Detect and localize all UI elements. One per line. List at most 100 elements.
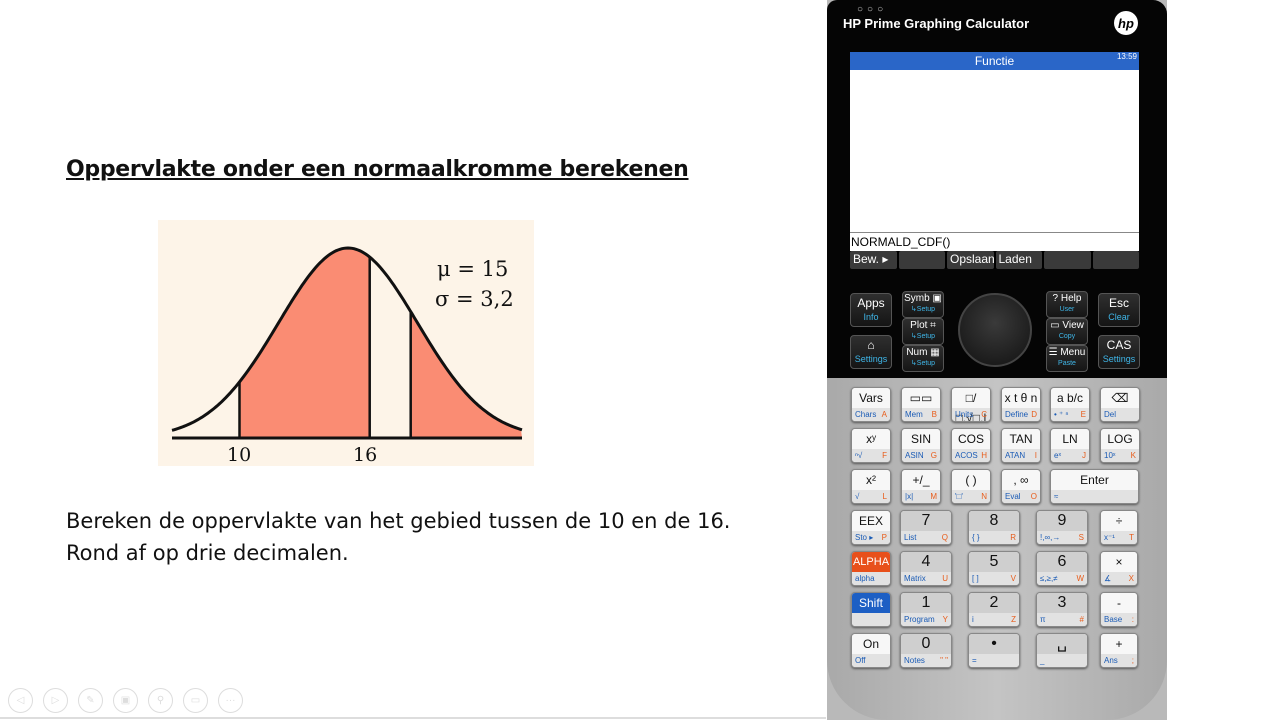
key-top-5[interactable]: ⌂ Settings [850,335,892,369]
key-shift-label: [ ] [972,574,979,583]
key-2[interactable]: 2iZ [968,592,1020,627]
key-k26[interactable]: × ∡ X [1100,551,1138,586]
key-shift[interactable]: Shift [851,592,891,627]
key-k35[interactable]: ␣ _ [1036,633,1088,668]
key-top-4[interactable]: Num ▦ ↳Setup [902,345,944,372]
softkey-3[interactable]: Opslaan [947,251,994,269]
key-secondary: ∡ X [1101,572,1137,585]
calculator: ○○○ HP Prime Graphing Calculator hp Func… [827,0,1167,720]
key-secondary: { } R [969,531,1019,544]
key-k36[interactable]: + Ans; [1100,633,1138,668]
key-secondary: Off [852,654,890,667]
key-label: ÷ [1101,511,1137,531]
key-6[interactable]: 6 ≤,≥,≠ W [1036,551,1088,586]
forward-icon[interactable]: ▷ [43,688,68,713]
key-shift-label: Ans [1104,656,1118,665]
key-cos[interactable]: COS ACOS H [951,428,991,463]
key-3[interactable]: 3 π # [1036,592,1088,627]
key-top-9[interactable]: Esc Clear [1098,293,1140,327]
key-tan[interactable]: TAN ATAN I [1001,428,1041,463]
key-label: Enter [1051,470,1138,490]
key-k14[interactable]: ( ) '□' N [951,469,991,504]
pages-icon[interactable]: ▣ [113,688,138,713]
key-alpha-label: Q [941,533,948,542]
calculator-top: ○○○ HP Prime Graphing Calculator hp Func… [827,0,1167,378]
key-k2[interactable]: □/□,√□,|□|Units C [951,387,991,422]
key-4[interactable]: 4 Matrix U [900,551,952,586]
softkey-2[interactable] [898,251,945,269]
key-1[interactable]: 1 Program Y [900,592,952,627]
key-label: Symb ▣ [904,293,942,304]
zoom-icon[interactable]: ⚲ [148,688,173,713]
softkey-5[interactable] [1044,251,1091,269]
key-secondary [852,613,890,626]
key-ln[interactable]: LN eˣ J [1050,428,1090,463]
key-label: LN [1051,429,1089,449]
key-alpha-label: P [881,533,887,542]
key-k5[interactable]: ⌫ Del [1100,387,1140,422]
key-k1[interactable]: ▭▭ Mem B [901,387,941,422]
key-shift-label: 10ˣ [1104,451,1116,460]
key-vars[interactable]: Vars Chars A [851,387,891,422]
key-k31[interactable]: - Base: [1100,592,1138,627]
key-top-8[interactable]: ☰ Menu Paste [1046,345,1088,372]
key-label: 9 [1037,511,1087,531]
key-x[interactable]: xʸ ⁿ√ F [851,428,891,463]
key-top-10[interactable]: CAS Settings [1098,335,1140,369]
key-top-7[interactable]: ▭ View Copy [1046,318,1088,345]
tick-label-16: 16 [353,444,378,466]
softkey-4[interactable]: Laden [995,251,1042,269]
key-shift-label: !,∞,→ [1040,533,1061,542]
back-icon[interactable]: ◁ [8,688,33,713]
key-top-6[interactable]: ? Help User [1046,291,1088,318]
key-top-3[interactable]: Plot ⌗ ↳Setup [902,318,944,345]
divider [0,717,826,719]
window-controls[interactable]: ○○○ [857,4,887,15]
entry-line[interactable]: NORMALD_CDF() [850,232,1139,251]
key-shift-label: Settings [1102,354,1136,364]
key-9[interactable]: 9 !,∞,→ S [1036,510,1088,545]
key-top-1[interactable]: Apps Info [850,293,892,327]
key-eex[interactable]: EEX Sto ▸ P [851,510,891,545]
question-text: Bereken de oppervlakte van het gebied tu… [66,505,730,569]
softkey-bar: Bew. ▸ Opslaan Laden [850,251,1139,269]
softkey-6[interactable] [1092,251,1139,269]
key-alpha-label: T [1129,533,1134,542]
key-0[interactable]: 0 Notes " " [900,633,952,668]
key-sin[interactable]: SIN ASIN G [901,428,941,463]
key-secondary: = [969,654,1019,667]
softkey-1[interactable]: Bew. ▸ [850,251,897,269]
key-alpha-label: Y [942,615,948,624]
key-label: ( ) [952,470,990,490]
key-shift-label: alpha [855,574,875,583]
key-k15[interactable]: , ∞ Eval O [1001,469,1041,504]
key-label: Apps [857,296,885,310]
key-shift-label: _ [1040,656,1045,665]
key-abc[interactable]: a b/c • ⁺ ⁿ E [1050,387,1090,422]
more-icon[interactable]: ··· [218,688,243,713]
key-alpha-label: C [981,410,987,419]
key-x[interactable]: x² √ L [851,469,891,504]
key-shift-label: ↳Setup [910,360,936,367]
key-k21[interactable]: ÷ x⁻¹ T [1100,510,1138,545]
key-8[interactable]: 8 { } R [968,510,1020,545]
key-alpha-label: F [882,451,887,460]
key-secondary: Chars A [852,408,890,421]
direction-pad[interactable] [958,293,1032,367]
key-label: ▭▭ [902,388,940,408]
key-k34[interactable]: • = [968,633,1020,668]
key-label: ⌫ [1101,388,1139,408]
key-alpha[interactable]: ALPHA alpha [851,551,891,586]
key-7[interactable]: 7 List Q [900,510,952,545]
key-on[interactable]: On Off [851,633,891,668]
key-k13[interactable]: +/_ |x| M [901,469,941,504]
key-log[interactable]: LOG 10ˣ K [1100,428,1140,463]
key-xtn[interactable]: x t θ n Define D [1001,387,1041,422]
key-enter[interactable]: Enter ≈ [1050,469,1139,504]
subtitles-icon[interactable]: ▭ [183,688,208,713]
key-shift-label: Paste [1058,360,1076,367]
key-5[interactable]: 5 [ ] V [968,551,1020,586]
key-top-2[interactable]: Symb ▣ ↳Setup [902,291,944,318]
pen-icon[interactable]: ✎ [78,688,103,713]
key-secondary: ⁿ√ F [852,449,890,462]
